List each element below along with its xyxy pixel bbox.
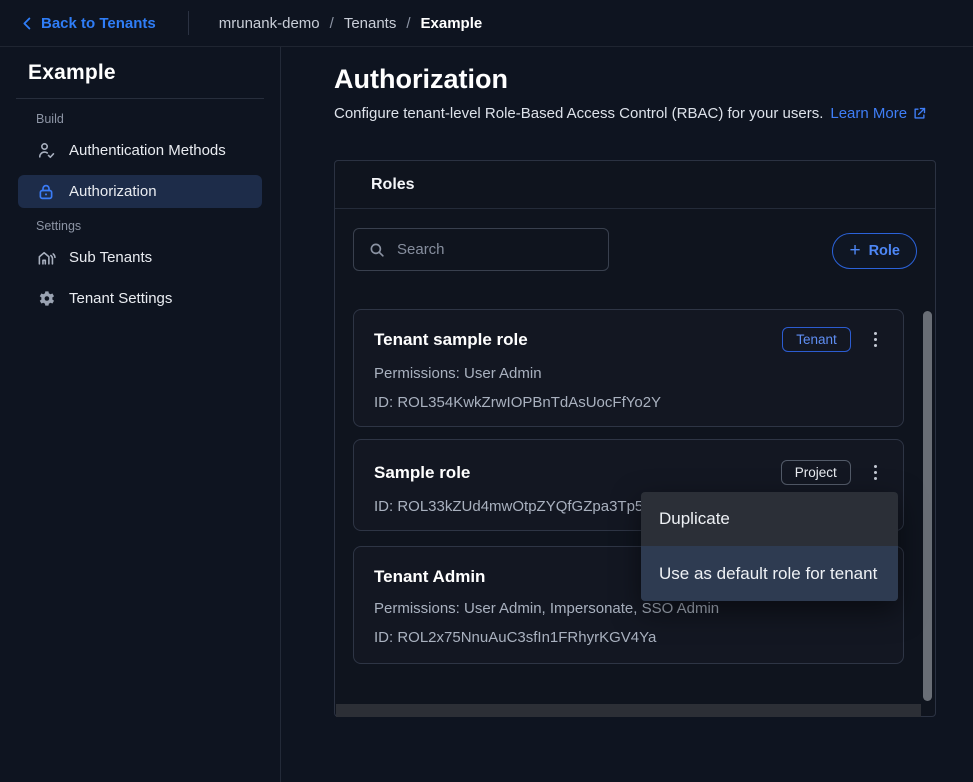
back-chevron-icon — [20, 16, 35, 31]
role-menu-button[interactable] — [868, 461, 883, 484]
back-link-label: Back to Tenants — [41, 15, 156, 32]
horizontal-scrollbar[interactable] — [336, 704, 921, 717]
roles-panel-title: Roles — [371, 176, 415, 194]
breadcrumb: mrunank-demo / Tenants / Example — [219, 15, 482, 32]
role-name: Tenant sample role — [374, 330, 782, 350]
menu-item-use-as-default-role[interactable]: Use as default role for tenant — [641, 546, 898, 601]
subtitle-text: Configure tenant-level Role-Based Access… — [334, 105, 823, 122]
learn-more-link[interactable]: Learn More — [830, 105, 927, 122]
sidebar-item-label: Authorization — [69, 183, 157, 200]
add-role-button[interactable]: + Role — [832, 233, 917, 269]
gear-icon — [36, 289, 56, 309]
add-role-label: Role — [869, 243, 900, 259]
learn-more-label: Learn More — [830, 105, 907, 122]
roles-panel: Roles + Role Tenant sample role Tenant P… — [334, 160, 936, 717]
role-context-menu: Duplicate Use as default role for tenant — [641, 492, 898, 601]
role-level-badge: Project — [781, 460, 851, 485]
roles-panel-header: Roles — [335, 161, 935, 209]
role-permissions: Permissions: User Admin, Impersonate, SS… — [374, 600, 883, 617]
sidebar-divider — [16, 98, 264, 99]
sidebar-item-authorization[interactable]: Authorization — [18, 175, 262, 208]
menu-item-duplicate[interactable]: Duplicate — [641, 492, 898, 546]
page-subtitle: Configure tenant-level Role-Based Access… — [334, 105, 927, 122]
topbar-divider — [188, 11, 189, 35]
roles-search[interactable] — [353, 228, 609, 271]
sidebar-item-label: Sub Tenants — [69, 249, 152, 266]
sidebar-item-authentication-methods[interactable]: Authentication Methods — [18, 134, 262, 167]
sidebar-section-settings: Settings — [36, 219, 280, 233]
role-level-badge: Tenant — [782, 327, 851, 352]
role-permissions: Permissions: User Admin — [374, 365, 883, 382]
role-id: ID: ROL354KwkZrwIOPBnTdAsUocFfYo2Y — [374, 394, 883, 411]
sidebar-item-tenant-settings[interactable]: Tenant Settings — [18, 282, 262, 315]
sidebar-item-sub-tenants[interactable]: Sub Tenants — [18, 241, 262, 274]
sub-tenants-icon — [36, 248, 56, 268]
sidebar-title: Example — [28, 61, 280, 85]
sidebar-item-label: Tenant Settings — [69, 290, 172, 307]
breadcrumb-current-page: Example — [421, 15, 483, 32]
breadcrumb-separator: / — [406, 15, 410, 32]
sidebar: Example Build Authentication Methods Aut… — [0, 47, 281, 782]
role-name: Sample role — [374, 463, 781, 483]
vertical-scrollbar-thumb[interactable] — [923, 311, 932, 701]
page-title: Authorization — [334, 64, 508, 95]
search-icon — [368, 241, 386, 259]
role-id: ID: ROL2x75NnuAuC3sfIn1FRhyrKGV4Ya — [374, 629, 883, 646]
user-check-icon — [36, 141, 56, 161]
search-input[interactable] — [397, 241, 567, 258]
lock-icon — [36, 182, 56, 202]
role-menu-button[interactable] — [868, 328, 883, 351]
breadcrumb-separator: / — [330, 15, 334, 32]
top-bar: Back to Tenants mrunank-demo / Tenants /… — [0, 0, 973, 47]
sidebar-item-label: Authentication Methods — [69, 142, 226, 159]
breadcrumb-tenant[interactable]: mrunank-demo — [219, 15, 320, 32]
back-to-tenants-link[interactable]: Back to Tenants — [20, 15, 156, 32]
sidebar-section-build: Build — [36, 112, 280, 126]
role-card-tenant-sample-role: Tenant sample role Tenant Permissions: U… — [353, 309, 904, 427]
external-link-icon — [912, 106, 927, 121]
main-content: Authorization Configure tenant-level Rol… — [282, 47, 973, 782]
plus-icon: + — [849, 241, 860, 260]
breadcrumb-tenants[interactable]: Tenants — [344, 15, 397, 32]
